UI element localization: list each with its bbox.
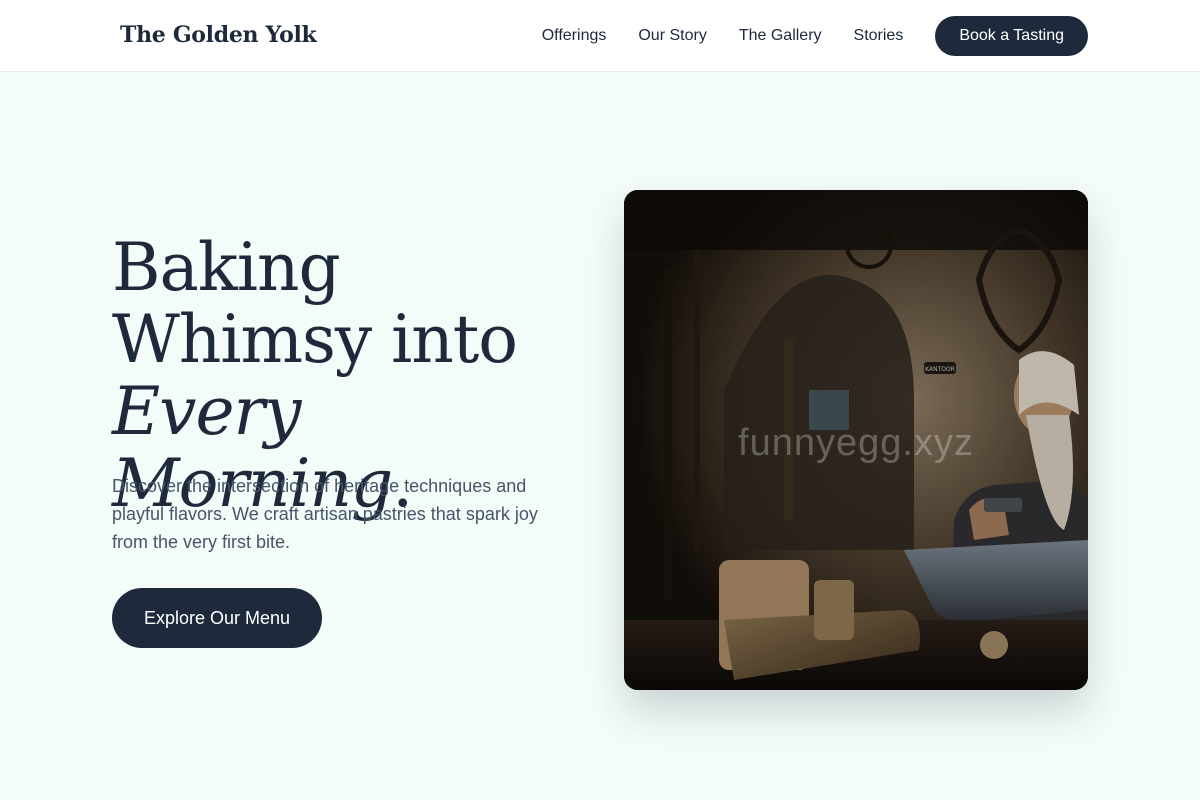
main-nav: Offerings Our Story The Gallery Stories … [542,16,1088,56]
hero-title-line-2: Whimsy into [112,301,518,378]
nav-link-offerings[interactable]: Offerings [542,27,607,45]
image-watermark: funnyegg.xyz [738,422,974,464]
nav-link-our-story[interactable]: Our Story [638,27,706,45]
nav-link-gallery[interactable]: The Gallery [739,27,822,45]
nav-link-stories[interactable]: Stories [854,27,904,45]
hero-image: KANTOOR funnyegg.xyz [624,190,1088,690]
hero-title-line-1: Baking [112,229,341,306]
explore-menu-button[interactable]: Explore Our Menu [112,588,323,648]
site-logo[interactable]: The Golden Yolk [120,22,317,48]
site-header: The Golden Yolk Offerings Our Story The … [0,0,1200,72]
hero-description: Discover the intersection of heritage te… [112,476,538,552]
book-tasting-button[interactable]: Book a Tasting [935,16,1088,56]
